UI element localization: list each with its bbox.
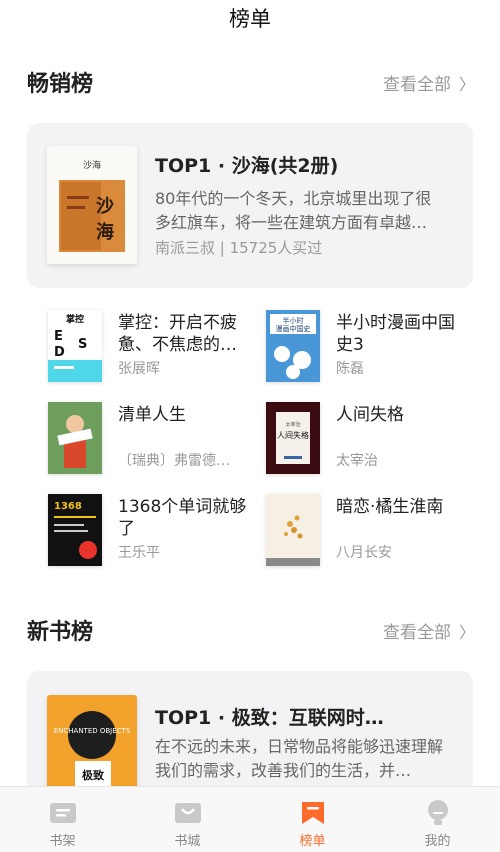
book-title: 1368个单词就够了 xyxy=(118,497,247,539)
tab-label: 我的 xyxy=(424,834,451,849)
view-all-label: 查看全部 xyxy=(382,623,451,643)
tab-label: 榜单 xyxy=(299,834,326,849)
book-item[interactable]: 掌控 E D S 掌控：开启不疲惫、不焦虑的… 张展晖 xyxy=(48,310,258,390)
svg-text:S: S xyxy=(78,337,87,352)
svg-text:人间失格: 人间失格 xyxy=(277,430,309,440)
svg-text:漫画中国史: 漫画中国史 xyxy=(276,324,311,333)
top1-meta: 南派三叔 | 15725人买过 xyxy=(155,239,323,257)
newbook-view-all-link[interactable]: 查看全部〉 xyxy=(383,616,475,650)
tab-bookstore[interactable]: 书城 xyxy=(125,787,250,852)
view-all-label: 查看全部 xyxy=(382,75,451,95)
book-author: 〔瑞典〕弗雷德… xyxy=(118,453,230,469)
tab-bookshelf[interactable]: 书架 xyxy=(0,787,125,852)
book-item[interactable]: 暗恋·橘生淮南 八月长安 xyxy=(266,494,476,574)
book-cover: 掌控 E D S xyxy=(48,310,102,382)
svg-text:太宰治: 太宰治 xyxy=(285,421,300,428)
book-author: 张展晖 xyxy=(118,361,160,377)
book-item[interactable]: 太宰治 人间失格 人间失格 太宰治 xyxy=(266,402,476,482)
bestseller-section-header: 畅销榜 查看全部〉 xyxy=(27,68,475,102)
top-bar: 榜单 xyxy=(0,0,500,40)
newbook-section-header: 新书榜 查看全部〉 xyxy=(27,616,475,650)
page-title: 榜单 xyxy=(229,7,271,31)
svg-text:海: 海 xyxy=(96,221,114,243)
book-cover: 1368 xyxy=(48,494,102,566)
svg-text:沙: 沙 xyxy=(96,196,114,217)
tab-ranking[interactable]: 榜单 xyxy=(250,787,375,852)
chevron-right-icon: 〉 xyxy=(458,623,475,642)
cover-title-text: 沙海 xyxy=(83,159,101,171)
book-item[interactable]: 半小时 漫画中国史 半小时漫画中国史3 陈磊 xyxy=(266,310,476,390)
ranking-icon xyxy=(299,799,327,827)
book-title: 暗恋·橘生淮南 xyxy=(336,497,444,517)
top1-description: 80年代的一个冬天，北京城里出现了很多红旗车，将一些在建筑方面有卓越… xyxy=(155,189,432,232)
book-cover xyxy=(48,402,102,474)
book-item[interactable]: 1368 1368个单词就够了 王乐平 xyxy=(48,494,258,574)
cover-subtext: ENCHANTED OBJECTS xyxy=(54,727,131,735)
bestseller-top1-card[interactable]: 沙海 沙 海 TOP1 · 沙海(共2册) 80年代的一个冬天，北京城里出现了很… xyxy=(27,123,473,288)
svg-text:D: D xyxy=(54,345,65,360)
top1-title: TOP1 · 沙海(共2册) xyxy=(155,155,339,177)
tab-label: 书架 xyxy=(49,834,76,849)
cover-title-text: 极致 xyxy=(82,768,105,782)
book-cover xyxy=(266,494,320,566)
chevron-right-icon: 〉 xyxy=(458,75,475,94)
svg-text:1368: 1368 xyxy=(54,501,82,512)
bottom-tab-bar: 书架 书城 榜单 我的 xyxy=(0,786,500,852)
book-author: 八月长安 xyxy=(336,545,392,561)
bookstore-icon xyxy=(174,799,202,827)
bestseller-view-all-link[interactable]: 查看全部〉 xyxy=(383,68,475,102)
book-cover: 半小时 漫画中国史 xyxy=(266,310,320,382)
book-author: 陈磊 xyxy=(336,361,364,377)
book-cover-jizhi: ENCHANTED OBJECTS 极致 xyxy=(47,695,137,791)
bestseller-section-title: 畅销榜 xyxy=(27,72,94,97)
newbook-top1-card[interactable]: ENCHANTED OBJECTS 极致 TOP1 · 极致：互联网时… 在不远… xyxy=(27,671,473,791)
tab-label: 书城 xyxy=(174,834,201,849)
book-title: 人间失格 xyxy=(336,405,404,425)
svg-text:E: E xyxy=(54,329,63,344)
newbook-section-title: 新书榜 xyxy=(27,620,94,645)
top1-title: TOP1 · 极致：互联网时… xyxy=(155,707,384,729)
book-author: 太宰治 xyxy=(336,453,378,469)
profile-icon xyxy=(424,799,452,827)
book-title: 半小时漫画中国史3 xyxy=(336,313,455,355)
book-author: 王乐平 xyxy=(118,545,160,561)
book-cover-shahai: 沙海 沙 海 xyxy=(47,146,137,264)
svg-text:掌控: 掌控 xyxy=(66,313,84,325)
top1-description: 在不远的未来，日常物品将能够迅速理解我们的需求，改善我们的生活，并… xyxy=(155,737,444,780)
book-title: 清单人生 xyxy=(118,405,186,425)
svg-text:半小时: 半小时 xyxy=(283,316,304,325)
book-cover: 太宰治 人间失格 xyxy=(266,402,320,474)
book-item[interactable]: 清单人生 〔瑞典〕弗雷德… xyxy=(48,402,258,482)
book-title: 掌控：开启不疲惫、不焦虑的… xyxy=(118,313,237,355)
bookshelf-icon xyxy=(49,799,77,827)
tab-profile[interactable]: 我的 xyxy=(375,787,500,852)
